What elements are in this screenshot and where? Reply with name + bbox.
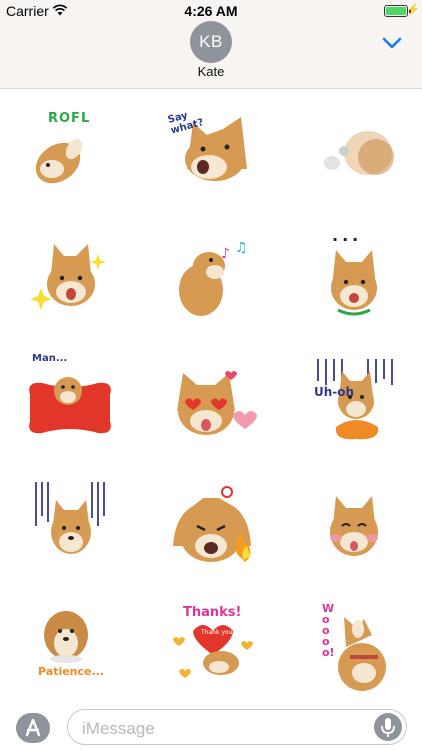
- conversation-header: Carrier 4:26 AM ⚡ KB Kate: [0, 0, 422, 89]
- clock: 4:26 AM: [184, 3, 238, 19]
- shiba-bone-pillow-icon: [29, 377, 111, 434]
- sticker-thanks[interactable]: Thanks! Thank you!: [163, 599, 259, 695]
- shiba-blur-icon: [324, 131, 394, 175]
- message-input-placeholder: iMessage: [82, 719, 155, 738]
- sticker-singing[interactable]: ♪ ♫: [163, 226, 259, 322]
- sticker-angry-fire[interactable]: [163, 476, 259, 572]
- sticker-caption: ...: [332, 226, 363, 245]
- sticker-grid: ROFL Say what? ♪ ♫ ... Man... Uh-oh Pati…: [0, 89, 422, 705]
- sticker-caption: Woooo!: [322, 602, 335, 659]
- messages-screen: Carrier 4:26 AM ⚡ KB Kate ROFL Say what?…: [0, 0, 422, 750]
- sticker-gloomy[interactable]: [22, 476, 118, 572]
- contact-name[interactable]: Kate: [0, 64, 422, 79]
- sticker-motion-blur[interactable]: [306, 111, 402, 207]
- app-store-icon: [25, 718, 41, 737]
- sticker-caption: ROFL: [48, 111, 91, 126]
- sticker-rofl[interactable]: ROFL: [22, 105, 118, 201]
- svg-text:♪: ♪: [221, 246, 230, 262]
- sticker-patience[interactable]: Patience...: [22, 599, 118, 695]
- sticker-heart-text: Thank you!: [201, 629, 235, 636]
- shiba-singing-icon: ♪ ♫: [179, 240, 248, 316]
- shiba-sad-icon: [35, 482, 105, 554]
- shiba-waiting-icon: [44, 611, 88, 663]
- shiba-happy-icon: [30, 244, 106, 310]
- sticker-caption: Uh-oh: [314, 385, 355, 399]
- message-input[interactable]: iMessage: [67, 709, 407, 745]
- shiba-heart-eyes-icon: [177, 371, 257, 435]
- sticker-caption: Man...: [32, 353, 68, 364]
- sticker-uh-oh[interactable]: Uh-oh: [306, 351, 402, 447]
- sticker-blush[interactable]: [306, 476, 402, 572]
- microphone-icon: [381, 718, 395, 737]
- shiba-howling-icon: [338, 617, 386, 691]
- dictation-button[interactable]: [374, 713, 402, 741]
- sticker-happy-sparkle[interactable]: [22, 226, 118, 322]
- sticker-caption: Thanks!: [183, 605, 242, 620]
- app-store-button[interactable]: [16, 713, 50, 743]
- shiba-angry-icon: [173, 486, 251, 562]
- sticker-say-what[interactable]: Say what?: [163, 103, 259, 199]
- composer-bar: iMessage: [0, 705, 422, 750]
- sticker-howl[interactable]: Woooo!: [306, 599, 402, 695]
- status-bar: Carrier 4:26 AM ⚡: [0, 0, 422, 22]
- shiba-blushing-icon: [330, 496, 378, 556]
- sticker-heart-eyes[interactable]: [163, 351, 259, 447]
- charging-bolt-icon: ⚡: [406, 4, 420, 16]
- sticker-dots[interactable]: ...: [306, 226, 402, 322]
- chevron-down-icon[interactable]: [382, 36, 402, 50]
- sticker-man[interactable]: Man...: [22, 351, 118, 447]
- svg-text:♫: ♫: [235, 240, 248, 256]
- shiba-gloom-icon: [317, 359, 393, 440]
- sticker-caption: Patience...: [38, 665, 105, 678]
- contact-avatar[interactable]: KB: [190, 21, 232, 63]
